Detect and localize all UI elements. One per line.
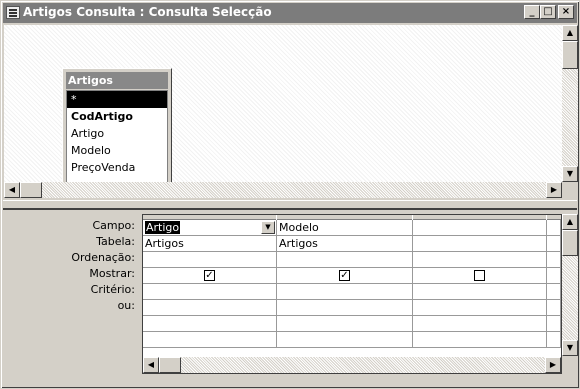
field-artigo[interactable]: Artigo <box>67 125 167 142</box>
mostrar-cell-4[interactable] <box>547 268 561 284</box>
upper-scroll-up-button[interactable]: ▲ <box>562 25 578 41</box>
label-ordenacao: Ordenação: <box>71 251 135 264</box>
label-campo: Campo: <box>92 219 135 232</box>
grid-vscroll-track[interactable] <box>562 256 578 340</box>
grid-hscroll-track[interactable] <box>159 357 545 373</box>
arrow-left-icon: ◀ <box>147 360 155 369</box>
upper-scroll-down-button[interactable]: ▼ <box>562 166 578 182</box>
upper-scroll-right-button[interactable]: ▶ <box>546 182 562 198</box>
minimize-button[interactable]: _ <box>524 5 540 19</box>
empty-cell[interactable] <box>413 332 547 348</box>
grid-vscroll-thumb[interactable] <box>562 230 578 256</box>
empty-cell[interactable] <box>143 332 277 348</box>
tabela-cell-3[interactable] <box>413 236 547 252</box>
mostrar-cell-3[interactable] <box>413 268 547 284</box>
tabela-cell-2[interactable]: Artigos <box>277 236 413 252</box>
ordenacao-cell-2[interactable] <box>277 252 413 268</box>
mostrar-cell-2[interactable]: ✓ <box>277 268 413 284</box>
arrow-down-icon: ▼ <box>566 169 574 178</box>
grid-scroll-right-button[interactable]: ▶ <box>545 357 561 373</box>
field-modelo[interactable]: Modelo <box>67 142 167 159</box>
field-list-items[interactable]: * CodArtigo Artigo Modelo PreçoVenda <box>66 90 168 184</box>
grid-scroll-left-button[interactable]: ◀ <box>143 357 159 373</box>
campo-cell-1[interactable]: Artigo ▼ <box>143 220 277 236</box>
empty-cell[interactable] <box>413 316 547 332</box>
label-tabela: Tabela: <box>96 235 135 248</box>
grid-hscroll-thumb[interactable] <box>159 357 181 373</box>
restore-button[interactable]: □ <box>540 5 556 19</box>
query-design-grid[interactable]: Artigo ▼ Modelo Artigos Artigos ✓ ✓ ◀ ▶ <box>142 214 562 374</box>
arrow-down-icon: ▼ <box>566 343 574 352</box>
criterio-cell-1[interactable] <box>143 284 277 300</box>
field-dropdown-button[interactable]: ▼ <box>261 221 275 234</box>
tabela-cell-1[interactable]: Artigos <box>143 236 277 252</box>
title-bar[interactable]: Artigos Consulta : Consulta Selecção _ □… <box>3 3 577 23</box>
arrow-right-icon: ▶ <box>550 185 558 194</box>
upper-vscroll-track[interactable] <box>562 69 578 166</box>
campo-cell-2[interactable]: Modelo <box>277 220 413 236</box>
arrow-up-icon: ▲ <box>566 217 574 226</box>
ordenacao-cell-1[interactable] <box>143 252 277 268</box>
ou-cell-4[interactable] <box>547 300 561 316</box>
field-codartigo[interactable]: CodArtigo <box>67 108 167 125</box>
campo-cell-3[interactable] <box>413 220 547 236</box>
arrow-up-icon: ▲ <box>566 28 574 37</box>
chevron-down-icon: ▼ <box>265 223 271 231</box>
upper-hscroll-thumb[interactable] <box>20 182 42 198</box>
criterio-cell-4[interactable] <box>547 284 561 300</box>
tabela-cell-4[interactable] <box>547 236 561 252</box>
upper-vscroll-thumb[interactable] <box>562 41 578 69</box>
ordenacao-cell-3[interactable] <box>413 252 547 268</box>
ou-cell-3[interactable] <box>413 300 547 316</box>
mostrar-checkbox-2[interactable]: ✓ <box>339 270 350 281</box>
ou-cell-2[interactable] <box>277 300 413 316</box>
campo-cell-4[interactable] <box>547 220 561 236</box>
window-title: Artigos Consulta : Consulta Selecção <box>23 5 272 19</box>
ou-cell-1[interactable] <box>143 300 277 316</box>
field-all-asterisk[interactable]: * <box>67 91 167 108</box>
mostrar-checkbox-1[interactable]: ✓ <box>204 270 215 281</box>
grid-scroll-up-button[interactable]: ▲ <box>562 214 578 230</box>
empty-cell[interactable] <box>143 316 277 332</box>
ordenacao-cell-4[interactable] <box>547 252 561 268</box>
label-mostrar: Mostrar: <box>89 267 135 280</box>
row-labels: Campo: Tabela: Ordenação: Mostrar: Crité… <box>3 218 137 314</box>
criterio-cell-3[interactable] <box>413 284 547 300</box>
design-grid-pane: Campo: Tabela: Ordenação: Mostrar: Crité… <box>3 210 578 386</box>
query-icon[interactable] <box>6 6 20 19</box>
mostrar-checkbox-3[interactable] <box>474 270 485 281</box>
field-precovenda[interactable]: PreçoVenda <box>67 159 167 176</box>
mostrar-cell-1[interactable]: ✓ <box>143 268 277 284</box>
close-button[interactable]: × <box>558 5 574 19</box>
table-pane[interactable]: Artigos * CodArtigo Artigo Modelo PreçoV… <box>4 25 562 198</box>
arrow-left-icon: ◀ <box>8 185 16 194</box>
checkmark-icon: ✓ <box>205 270 214 281</box>
campo-value-1: Artigo <box>145 221 181 234</box>
empty-cell[interactable] <box>547 332 561 348</box>
criterio-cell-2[interactable] <box>277 284 413 300</box>
upper-hscroll-track[interactable] <box>20 182 546 198</box>
field-list-title[interactable]: Artigos <box>66 72 168 89</box>
grid-vscroll[interactable]: ▲ ▼ <box>562 214 578 356</box>
query-window: Artigos Consulta : Consulta Selecção _ □… <box>0 0 580 389</box>
empty-cell[interactable] <box>277 316 413 332</box>
label-ou: ou: <box>117 299 135 312</box>
checkmark-icon: ✓ <box>340 270 349 281</box>
upper-scroll-left-button[interactable]: ◀ <box>4 182 20 198</box>
empty-cell[interactable] <box>547 316 561 332</box>
upper-vscroll[interactable]: ▲ ▼ <box>562 25 578 182</box>
pane-splitter[interactable] <box>3 200 577 210</box>
grid-scroll-down-button[interactable]: ▼ <box>562 340 578 356</box>
arrow-right-icon: ▶ <box>549 360 557 369</box>
artigos-field-list[interactable]: Artigos * CodArtigo Artigo Modelo PreçoV… <box>62 68 172 188</box>
label-criterio: Critério: <box>90 283 135 296</box>
empty-cell[interactable] <box>277 332 413 348</box>
